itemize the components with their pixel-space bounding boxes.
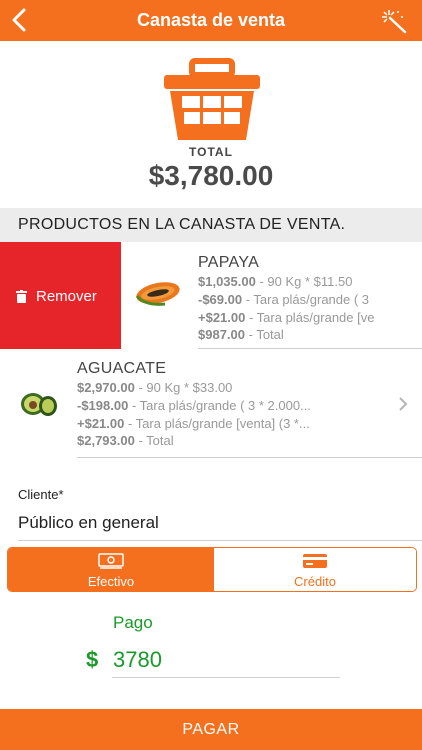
basket-icon bbox=[164, 58, 260, 140]
product-line: +$21.00 - Tara plás/grande [ve bbox=[198, 310, 375, 325]
magic-wand-icon[interactable] bbox=[380, 8, 408, 34]
segment-cash-label: Efectivo bbox=[87, 574, 135, 589]
product-line: $2,793.00 - Total bbox=[77, 433, 174, 448]
trash-icon bbox=[16, 290, 27, 303]
divider bbox=[18, 540, 422, 541]
product-line: $987.00 - Total bbox=[198, 327, 284, 342]
papaya-image bbox=[135, 282, 180, 306]
divider bbox=[112, 677, 340, 678]
cash-icon bbox=[98, 553, 124, 569]
segment-credit-label: Crédito bbox=[294, 574, 336, 589]
pay-button-label: PAGAR bbox=[182, 721, 240, 738]
nav-bar: Canasta de venta bbox=[0, 0, 422, 41]
product-line: -$198.00 - Tara plás/grande ( 3 * 2.000.… bbox=[77, 398, 311, 413]
total-value: $3,780.00 bbox=[148, 160, 274, 191]
segment-cash[interactable]: Efectivo bbox=[8, 548, 214, 591]
payment-label: Pago bbox=[113, 613, 153, 632]
credit-card-icon bbox=[303, 554, 327, 568]
product-line: $2,970.00 - 90 Kg * $33.00 bbox=[77, 380, 233, 395]
section-title: PRODUCTOS EN LA CANASTA DE VENTA. bbox=[18, 216, 346, 233]
section-header: PRODUCTOS EN LA CANASTA DE VENTA. bbox=[0, 208, 422, 242]
list-item[interactable]: AGUACATE $2,970.00 - 90 Kg * $33.00 -$19… bbox=[0, 350, 422, 458]
product-name: PAPAYA bbox=[198, 254, 260, 271]
client-field[interactable]: Público en general bbox=[18, 513, 159, 533]
list-item[interactable]: PAPAYA $1,035.00 - 90 Kg * $11.50 -$69.0… bbox=[121, 242, 422, 349]
product-line: +$21.00 - Tara plás/grande [venta] (3 *.… bbox=[77, 416, 310, 431]
product-name: AGUACATE bbox=[77, 360, 167, 377]
product-line: -$69.00 - Tara plás/grande ( 3 bbox=[198, 292, 370, 307]
payment-amount-input[interactable]: 3780 bbox=[113, 647, 162, 673]
client-label: Cliente* bbox=[18, 487, 64, 502]
divider bbox=[77, 457, 422, 458]
currency-symbol: $ bbox=[86, 647, 99, 672]
total-label: TOTAL bbox=[189, 145, 233, 159]
remove-button[interactable]: Remover bbox=[0, 242, 121, 349]
segment-credit[interactable]: Crédito bbox=[214, 548, 416, 591]
remove-label: Remover bbox=[36, 288, 97, 305]
avocado-image bbox=[21, 393, 57, 416]
product-line: $1,035.00 - 90 Kg * $11.50 bbox=[198, 274, 353, 289]
page-title: Canasta de venta bbox=[136, 10, 286, 30]
pay-button[interactable]: PAGAR bbox=[0, 709, 422, 750]
divider bbox=[198, 348, 422, 349]
chevron-right-icon bbox=[399, 397, 408, 411]
payment-method-selector: Efectivo Crédito bbox=[7, 547, 417, 592]
